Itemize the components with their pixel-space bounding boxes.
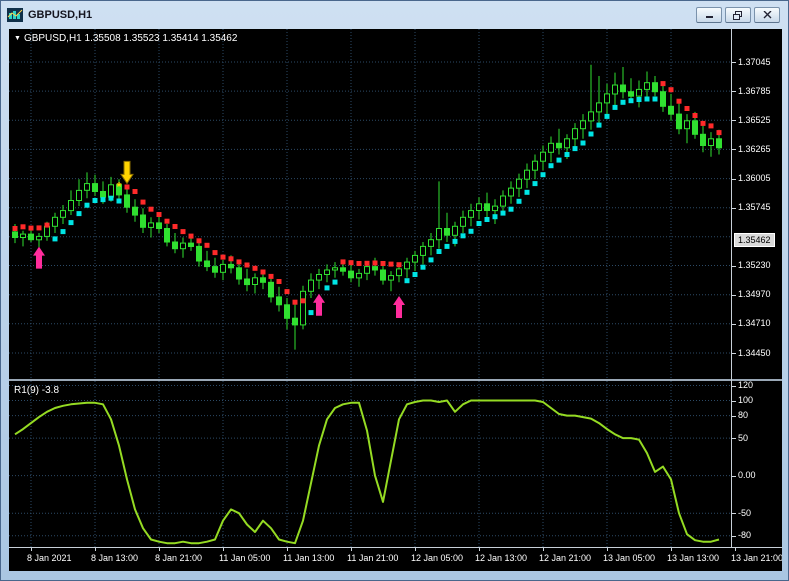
main-price-pane[interactable]: * bbox=[9, 29, 731, 379]
indicator-axis-label: 0.00 bbox=[738, 470, 756, 481]
time-label: 12 Jan 05:00 bbox=[411, 553, 464, 563]
price-axis-tick bbox=[732, 62, 736, 63]
indicator-axis-tick bbox=[732, 536, 736, 537]
price-axis-tick bbox=[732, 266, 736, 267]
time-axis-tick bbox=[735, 548, 736, 551]
restore-button[interactable] bbox=[725, 7, 751, 23]
indicator-axis-label: 100 bbox=[738, 395, 754, 405]
time-axis-tick bbox=[479, 548, 480, 551]
indicator-line bbox=[14, 399, 720, 545]
price-axis-label: 1.36785 bbox=[738, 85, 771, 96]
price-axis-tick bbox=[732, 324, 736, 325]
ohlc-text: GBPUSD,H1 1.35508 1.35523 1.35414 1.3546… bbox=[23, 33, 238, 44]
time-axis-tick bbox=[287, 548, 288, 551]
price-axis-label: 1.34970 bbox=[738, 289, 771, 300]
time-axis-tick bbox=[351, 548, 352, 551]
current-price-box: 1.35462 bbox=[734, 232, 775, 247]
minimize-button[interactable] bbox=[696, 7, 722, 23]
minimize-icon bbox=[705, 16, 713, 18]
indicator-axis-label: -50 bbox=[738, 507, 752, 518]
titlebar[interactable]: GBPUSD,H1 bbox=[3, 3, 786, 27]
indicator-pane[interactable] bbox=[9, 381, 731, 547]
time-axis-tick bbox=[223, 548, 224, 551]
chart-window: GBPUSD,H1 * ▼ GBPUSD,H1 1.35508 1.35523 1… bbox=[0, 0, 789, 581]
time-axis-tick bbox=[607, 548, 608, 551]
close-button[interactable] bbox=[754, 7, 780, 23]
time-label: 8 Jan 13:00 bbox=[91, 553, 139, 563]
time-axis-tick bbox=[159, 548, 160, 551]
window-title: GBPUSD,H1 bbox=[28, 9, 93, 21]
indicator-axis-tick bbox=[732, 416, 736, 417]
time-label: 11 Jan 21:00 bbox=[347, 553, 399, 563]
price-axis-label: 1.35230 bbox=[738, 260, 771, 270]
time-axis-tick bbox=[671, 548, 672, 551]
price-axis-tick bbox=[732, 208, 736, 209]
price-axis-label: 1.36525 bbox=[738, 114, 771, 125]
indicator-axis-tick bbox=[732, 476, 736, 477]
sell-arrow-icon bbox=[120, 160, 134, 185]
price-axis-tick bbox=[732, 179, 736, 180]
time-label: 13 Jan 21:00 bbox=[731, 553, 782, 563]
price-axis[interactable]: 1.37045 1.36785 1.36525 1.36265 1.36005 1.357… bbox=[732, 29, 782, 379]
time-label: 11 Jan 05:00 bbox=[219, 553, 271, 563]
chart-ohlc-label: ▼ GBPUSD,H1 1.35508 1.35523 1.35414 1.354… bbox=[14, 33, 237, 44]
time-label: 8 Jan 21:00 bbox=[155, 553, 203, 563]
indicator-axis: 120 100 80 50 0.00 -50 -80 bbox=[732, 380, 782, 547]
indicator-axis-tick bbox=[732, 438, 736, 439]
time-label: 8 Jan 2021 bbox=[27, 553, 72, 563]
indicator-axis-tick bbox=[732, 386, 736, 387]
price-axis-label: 1.36265 bbox=[738, 143, 771, 154]
price-axis-tick bbox=[732, 353, 736, 354]
app-icon bbox=[7, 8, 23, 22]
buy-arrow-icon bbox=[33, 246, 45, 269]
indicator-axis-tick bbox=[732, 401, 736, 402]
chart-area[interactable]: * ▼ GBPUSD,H1 1.35508 1.35523 1.35414 1.3… bbox=[9, 29, 782, 571]
time-axis-tick bbox=[31, 548, 32, 551]
buy-arrow-icon bbox=[393, 296, 405, 319]
price-axis-label: 1.34450 bbox=[738, 347, 771, 358]
symbol-marker-icon: ▼ bbox=[14, 35, 21, 42]
price-axis-label: 1.36005 bbox=[738, 173, 771, 184]
price-axis-label: 1.34710 bbox=[738, 318, 771, 329]
price-axis-label: 1.37045 bbox=[738, 56, 771, 67]
time-axis-tick bbox=[543, 548, 544, 551]
price-axis-tick bbox=[732, 120, 736, 121]
price-axis-label: 1.35745 bbox=[738, 202, 771, 213]
indicator-grid bbox=[9, 381, 731, 547]
price-axis-border bbox=[731, 29, 732, 548]
indicator-axis-tick bbox=[732, 513, 736, 514]
time-axis-tick bbox=[415, 548, 416, 551]
close-icon bbox=[763, 11, 771, 19]
time-axis-tick bbox=[95, 548, 96, 551]
price-axis-tick bbox=[732, 149, 736, 150]
indicator-axis-label: 120 bbox=[738, 380, 754, 390]
time-axis[interactable]: 8 Jan 2021 8 Jan 13:00 8 Jan 21:00 11 Jan 0… bbox=[9, 548, 782, 571]
indicator-axis-label: -80 bbox=[738, 530, 752, 541]
time-label: 11 Jan 13:00 bbox=[283, 553, 335, 563]
restore-icon bbox=[733, 10, 742, 20]
time-label: 13 Jan 13:00 bbox=[667, 553, 720, 563]
indicator-axis-label: 80 bbox=[738, 410, 749, 421]
indicator-axis-label: 50 bbox=[738, 432, 749, 443]
time-label: 12 Jan 13:00 bbox=[475, 553, 528, 563]
time-label: 13 Jan 05:00 bbox=[603, 553, 656, 563]
price-axis-tick bbox=[732, 91, 736, 92]
indicator-label: R1(9) -3.8 bbox=[14, 385, 60, 396]
price-axis-tick bbox=[732, 295, 736, 296]
buy-arrow-icon bbox=[313, 293, 325, 316]
time-label: 12 Jan 21:00 bbox=[539, 553, 592, 563]
window-controls bbox=[696, 7, 786, 23]
